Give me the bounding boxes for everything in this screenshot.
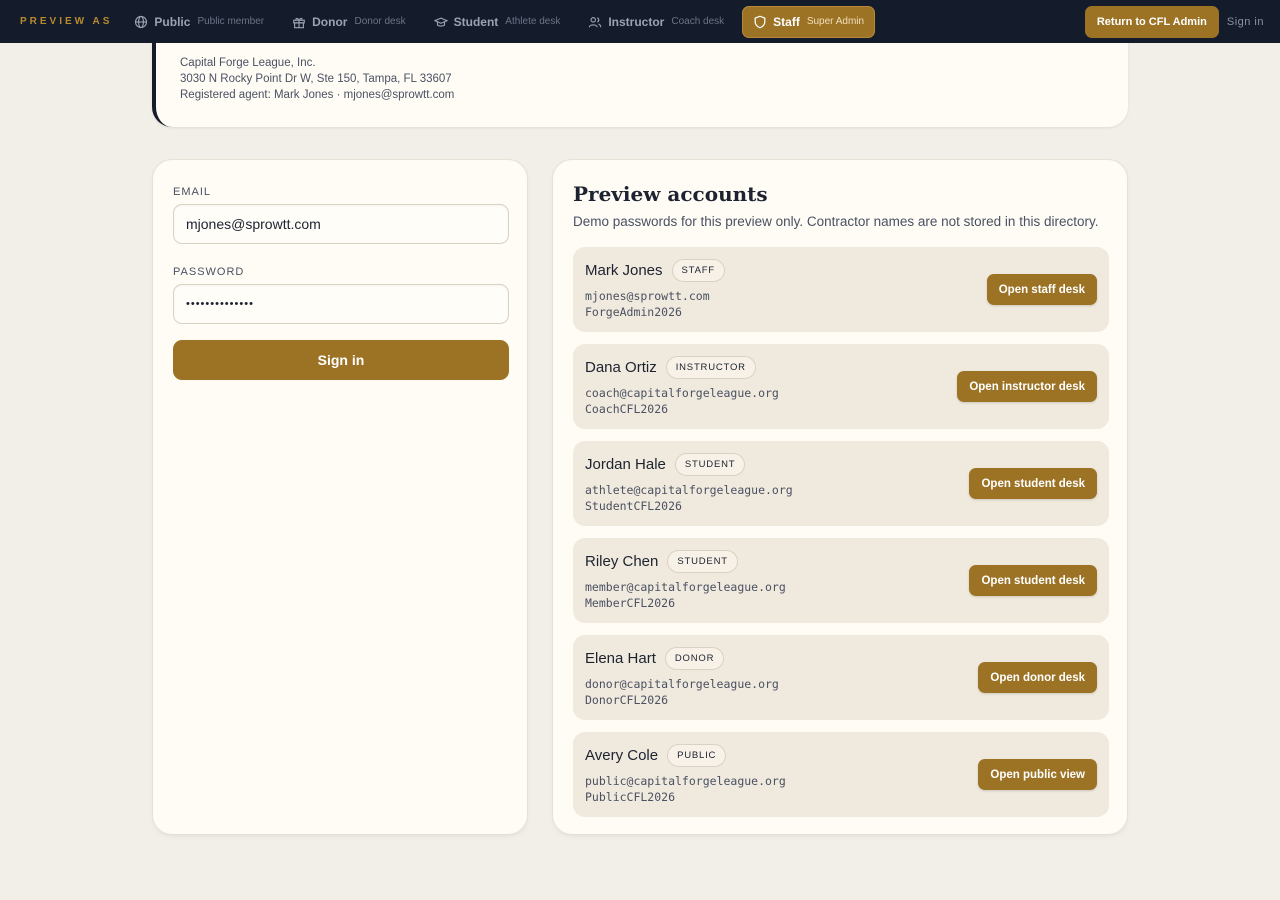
role-tab-student[interactable]: Student Athlete desk bbox=[424, 6, 571, 38]
preview-accounts-card: Preview accounts Demo passwords for this… bbox=[552, 159, 1128, 835]
account-row: Elena Hart DONOR donor@capitalforgeleagu… bbox=[573, 635, 1109, 720]
role-tab-desc: Donor desk bbox=[354, 16, 406, 27]
accounts-title: Preview accounts bbox=[573, 182, 768, 206]
role-tab-instructor[interactable]: Instructor Coach desk bbox=[578, 6, 734, 38]
role-badge: STUDENT bbox=[667, 550, 738, 573]
role-tab-name: Donor bbox=[312, 14, 348, 29]
open-student-desk-button[interactable]: Open student desk bbox=[969, 468, 1097, 499]
account-password: CoachCFL2026 bbox=[585, 402, 669, 416]
account-info: Riley Chen STUDENT member@capitalforgele… bbox=[585, 550, 969, 611]
account-name: Jordan Hale bbox=[585, 456, 666, 473]
account-info: Avery Cole PUBLIC public@capitalforgelea… bbox=[585, 744, 978, 805]
role-tab-name: Staff bbox=[773, 14, 800, 29]
role-badge: DONOR bbox=[664, 647, 725, 670]
role-badge: STAFF bbox=[671, 259, 725, 282]
users-icon bbox=[589, 16, 602, 27]
accounts-subtitle: Demo passwords for this preview only. Co… bbox=[573, 214, 1099, 229]
account-name: Avery Cole bbox=[585, 747, 659, 764]
role-tab-name: Instructor bbox=[608, 14, 665, 29]
registered-agent: Registered agent: Mark Jones · mjones@sp… bbox=[180, 89, 455, 101]
entity-name: Capital Forge League, Inc. bbox=[180, 57, 316, 69]
role-tab-name: Student bbox=[453, 14, 499, 29]
account-name: Mark Jones bbox=[585, 262, 663, 279]
account-info: Mark Jones STAFF mjones@sprowtt.com Forg… bbox=[585, 259, 987, 320]
account-head: Avery Cole PUBLIC bbox=[585, 744, 978, 767]
preview-bar: PREVIEW AS Public Public member Donor Do… bbox=[0, 0, 1280, 43]
open-student-desk-button[interactable]: Open student desk bbox=[969, 565, 1097, 596]
open-donor-desk-button[interactable]: Open donor desk bbox=[978, 662, 1097, 693]
account-email: member@capitalforgeleague.org bbox=[585, 580, 786, 594]
password-label: PASSWORD bbox=[173, 266, 245, 278]
account-email: coach@capitalforgeleague.org bbox=[585, 386, 779, 400]
return-to-admin-button[interactable]: Return to CFL Admin bbox=[1084, 5, 1219, 38]
password-field[interactable] bbox=[173, 284, 509, 324]
role-badge: STUDENT bbox=[674, 453, 746, 476]
shield-icon bbox=[754, 15, 766, 28]
account-email: donor@capitalforgeleague.org bbox=[585, 677, 779, 691]
account-password: PublicCFL2026 bbox=[585, 790, 676, 804]
account-name: Dana Ortiz bbox=[585, 359, 657, 376]
account-row: Avery Cole PUBLIC public@capitalforgelea… bbox=[573, 732, 1109, 817]
role-badge: INSTRUCTOR bbox=[665, 356, 756, 379]
login-card: EMAIL PASSWORD Sign in bbox=[152, 159, 528, 835]
account-info: Elena Hart DONOR donor@capitalforgeleagu… bbox=[585, 647, 978, 708]
open-instructor-desk-button[interactable]: Open instructor desk bbox=[957, 371, 1097, 402]
entity-address: 3030 N Rocky Point Dr W, Ste 150, Tampa,… bbox=[180, 73, 452, 85]
email-label: EMAIL bbox=[173, 186, 212, 198]
account-row: Riley Chen STUDENT member@capitalforgele… bbox=[573, 538, 1109, 623]
account-name: Elena Hart bbox=[585, 650, 656, 667]
role-tab-desc: Super Admin bbox=[806, 16, 865, 27]
account-row: Mark Jones STAFF mjones@sprowtt.com Forg… bbox=[573, 247, 1109, 332]
account-password: DonorCFL2026 bbox=[585, 693, 669, 707]
account-info: Dana Ortiz INSTRUCTOR coach@capitalforge… bbox=[585, 356, 957, 417]
account-head: Dana Ortiz INSTRUCTOR bbox=[585, 356, 957, 379]
role-tab-public[interactable]: Public Public member bbox=[124, 6, 274, 38]
account-head: Elena Hart DONOR bbox=[585, 647, 978, 670]
role-tab-donor[interactable]: Donor Donor desk bbox=[282, 6, 415, 38]
globe-icon bbox=[135, 15, 148, 28]
preview-as-label: PREVIEW AS bbox=[20, 16, 113, 27]
role-badge: PUBLIC bbox=[667, 744, 727, 767]
account-password: StudentCFL2026 bbox=[585, 499, 682, 513]
account-head: Mark Jones STAFF bbox=[585, 259, 987, 282]
account-password: ForgeAdmin2026 bbox=[585, 305, 682, 319]
topbar-actions: Return to CFL Admin Sign in bbox=[1084, 5, 1280, 38]
account-name: Riley Chen bbox=[585, 553, 659, 570]
account-email: public@capitalforgeleague.org bbox=[585, 774, 786, 788]
account-row: Dana Ortiz INSTRUCTOR coach@capitalforge… bbox=[573, 344, 1109, 429]
gift-icon bbox=[293, 17, 305, 28]
account-email: mjones@sprowtt.com bbox=[585, 289, 710, 303]
sign-in-button[interactable]: Sign in bbox=[173, 340, 509, 380]
account-info: Jordan Hale STUDENT athlete@capitalforge… bbox=[585, 453, 969, 514]
sign-in-link[interactable]: Sign in bbox=[1227, 16, 1264, 28]
role-tab-name: Public bbox=[154, 14, 191, 29]
account-row: Jordan Hale STUDENT athlete@capitalforge… bbox=[573, 441, 1109, 526]
graduation-cap-icon bbox=[433, 16, 448, 27]
account-head: Jordan Hale STUDENT bbox=[585, 453, 969, 476]
account-password: MemberCFL2026 bbox=[585, 596, 676, 610]
role-tab-desc: Athlete desk bbox=[505, 16, 561, 27]
role-tab-desc: Public member bbox=[197, 16, 265, 27]
email-field[interactable] bbox=[173, 204, 509, 244]
role-tab-desc: Coach desk bbox=[671, 16, 725, 27]
open-staff-desk-button[interactable]: Open staff desk bbox=[986, 274, 1097, 305]
account-email: athlete@capitalforgeleague.org bbox=[585, 483, 793, 497]
role-tab-staff[interactable]: Staff Super Admin bbox=[742, 5, 876, 38]
open-public-view-button[interactable]: Open public view bbox=[978, 759, 1097, 790]
account-head: Riley Chen STUDENT bbox=[585, 550, 969, 573]
